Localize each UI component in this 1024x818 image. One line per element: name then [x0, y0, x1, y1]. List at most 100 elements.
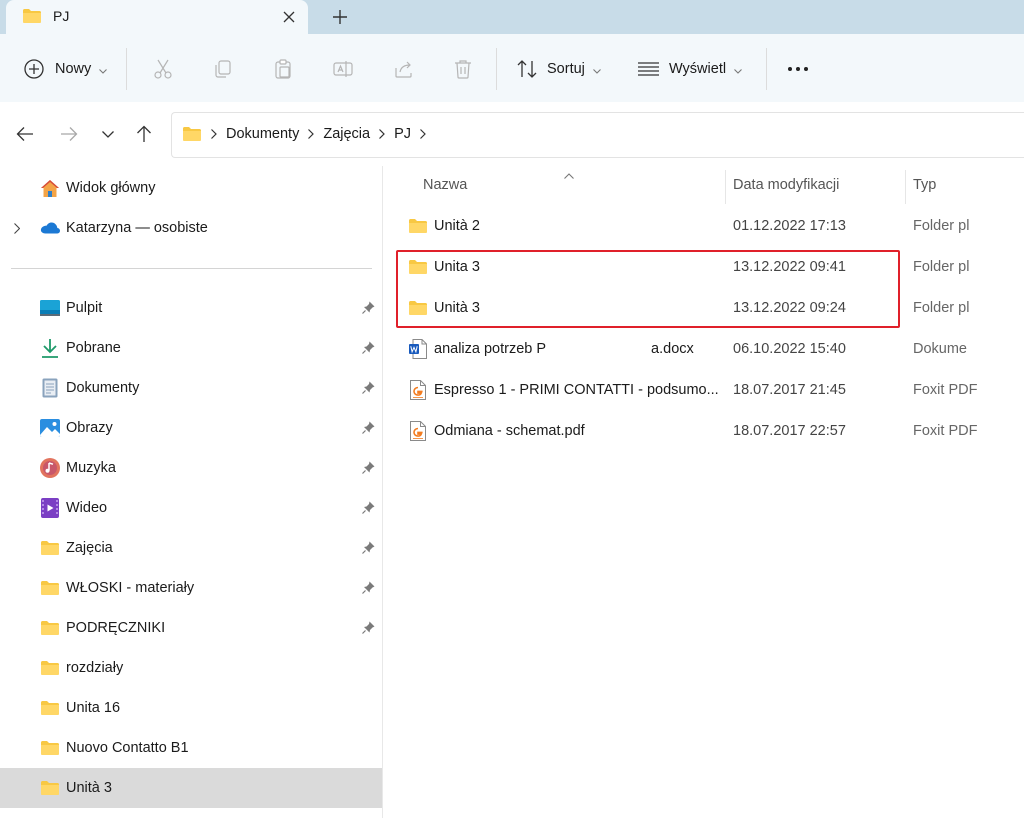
tab-title: PJ	[53, 8, 70, 24]
chevron-right-icon	[211, 129, 217, 139]
toolbar-separator	[766, 48, 767, 90]
paste-icon[interactable]	[269, 55, 297, 83]
word-document-icon	[408, 339, 428, 359]
breadcrumb-item-dokumenty[interactable]: Dokumenty	[226, 126, 299, 142]
column-separator[interactable]	[725, 170, 726, 204]
breadcrumb-item-pj[interactable]: PJ	[394, 126, 411, 142]
share-icon[interactable]	[390, 55, 418, 83]
folder-icon	[40, 658, 60, 678]
sidebar-item-label: Pobrane	[66, 340, 121, 356]
sidebar-item-muzyka[interactable]: Muzyka	[0, 448, 382, 488]
sort-button[interactable]: Sortuj	[516, 52, 601, 86]
chevron-right-icon[interactable]	[379, 129, 385, 139]
file-row[interactable]: Unità 3 13.12.2022 09:24 Folder pl	[396, 288, 1024, 329]
column-header-date[interactable]: Data modyfikacji	[733, 166, 839, 204]
sidebar-item-label: Unità 3	[66, 780, 112, 796]
chevron-right-icon[interactable]	[308, 129, 315, 139]
sidebar-item-label: Obrazy	[66, 420, 113, 436]
pdf-icon	[408, 380, 428, 400]
folder-icon	[182, 126, 202, 142]
sidebar-item-pulpit[interactable]: Pulpit	[0, 288, 382, 328]
pin-icon	[362, 581, 375, 597]
view-list-icon	[638, 62, 659, 76]
tab-pj[interactable]: PJ	[6, 0, 308, 34]
file-name: Odmiana - schemat.pdf	[434, 423, 585, 439]
view-button[interactable]: Wyświetl	[638, 52, 742, 86]
copy-icon[interactable]	[209, 55, 237, 83]
file-row[interactable]: Unita 3 13.12.2022 09:41 Folder pl	[396, 247, 1024, 288]
sidebar-item-unita-16[interactable]: Unita 16	[0, 688, 382, 728]
column-separator[interactable]	[905, 170, 906, 204]
sidebar-item-nuovo-contatto-b1[interactable]: Nuovo Contatto B1	[0, 728, 382, 768]
more-options-icon[interactable]	[784, 55, 812, 83]
sidebar-item-label: Katarzyna — osobiste	[66, 220, 208, 236]
sort-ascending-icon	[564, 166, 574, 182]
sort-button-label: Sortuj	[547, 61, 585, 77]
file-date: 18.07.2017 21:45	[733, 382, 846, 398]
sidebar-item-onedrive[interactable]: Katarzyna — osobiste	[0, 208, 382, 248]
new-button[interactable]: Nowy	[24, 52, 108, 86]
new-button-label: Nowy	[55, 61, 92, 77]
pin-icon	[362, 381, 375, 397]
sidebar-item-zajecia[interactable]: Zajęcia	[0, 528, 382, 568]
sidebar-item-label: Zajęcia	[66, 540, 113, 556]
file-row[interactable]: analiza potrzeb P a.docx 06.10.2022 15:40…	[396, 329, 1024, 370]
address-bar[interactable]: Dokumenty Zajęcia PJ	[171, 112, 1024, 158]
chevron-down-icon	[734, 61, 742, 77]
chevron-right-icon[interactable]	[14, 221, 21, 237]
pin-icon	[362, 341, 375, 357]
cut-icon[interactable]	[149, 55, 177, 83]
pin-icon	[362, 301, 375, 317]
folder-icon	[408, 216, 428, 236]
new-tab-icon[interactable]	[326, 3, 354, 31]
sidebar-item-obrazy[interactable]: Obrazy	[0, 408, 382, 448]
sidebar-item-unita-3[interactable]: Unità 3	[0, 768, 382, 808]
forward-arrow-icon[interactable]	[57, 122, 81, 146]
command-bar: Nowy Sortuj Wyświetl	[0, 34, 1024, 102]
rename-icon[interactable]	[329, 55, 357, 83]
close-icon[interactable]	[276, 4, 302, 30]
file-date: 06.10.2022 15:40	[733, 341, 846, 357]
sidebar-item-dokumenty[interactable]: Dokumenty	[0, 368, 382, 408]
sort-icon	[516, 59, 538, 79]
chevron-right-icon[interactable]	[420, 129, 426, 139]
sidebar-divider	[11, 268, 372, 269]
sidebar-item-wloski-materialy[interactable]: WŁOSKI - materiały	[0, 568, 382, 608]
file-row[interactable]: Unità 2 01.12.2022 17:13 Folder pl	[396, 206, 1024, 247]
file-row[interactable]: Espresso 1 - PRIMI CONTATTI - podsumo...…	[396, 370, 1024, 411]
pin-icon	[362, 461, 375, 477]
file-row[interactable]: Odmiana - schemat.pdf 18.07.2017 22:57 F…	[396, 411, 1024, 452]
documents-icon	[40, 378, 60, 398]
sidebar-item-home[interactable]: Widok główny	[0, 168, 382, 208]
column-header-label: Data modyfikacji	[733, 177, 840, 193]
folder-icon	[408, 298, 428, 318]
navigation-row: Dokumenty Zajęcia PJ	[0, 102, 1024, 166]
sidebar-item-rozdzialy[interactable]: rozdziały	[0, 648, 382, 688]
sidebar-item-label: Muzyka	[66, 460, 116, 476]
file-date: 13.12.2022 09:24	[733, 300, 846, 316]
column-header-label: Typ	[913, 177, 937, 193]
music-icon	[40, 458, 60, 478]
breadcrumb-item-zajecia[interactable]: Zajęcia	[323, 126, 370, 142]
delete-icon[interactable]	[449, 55, 477, 83]
column-header-name[interactable]: Nazwa	[423, 166, 467, 204]
toolbar-separator	[496, 48, 497, 90]
recent-locations-chevron-icon[interactable]	[96, 122, 120, 146]
navigation-pane: Widok główny Katarzyna — osobiste Pulpit…	[0, 166, 383, 818]
file-type: Dokume	[913, 341, 967, 357]
back-arrow-icon[interactable]	[13, 122, 37, 146]
sidebar-item-pobrane[interactable]: Pobrane	[0, 328, 382, 368]
sidebar-item-podreczniki[interactable]: PODRĘCZNIKI	[0, 608, 382, 648]
pdf-icon	[408, 421, 428, 441]
up-arrow-icon[interactable]	[132, 122, 156, 146]
column-header-type[interactable]: Typ	[913, 166, 936, 204]
sidebar-item-wideo[interactable]: Wideo	[0, 488, 382, 528]
folder-icon	[40, 538, 60, 558]
file-name: Unità 3	[434, 300, 480, 316]
file-name: Espresso 1 - PRIMI CONTATTI - podsumo...	[434, 382, 719, 398]
view-button-label: Wyświetl	[669, 61, 727, 77]
sidebar-item-label: WŁOSKI - materiały	[66, 580, 195, 596]
folder-icon	[40, 778, 60, 798]
file-type: Folder pl	[913, 218, 970, 234]
folder-icon	[22, 8, 42, 27]
